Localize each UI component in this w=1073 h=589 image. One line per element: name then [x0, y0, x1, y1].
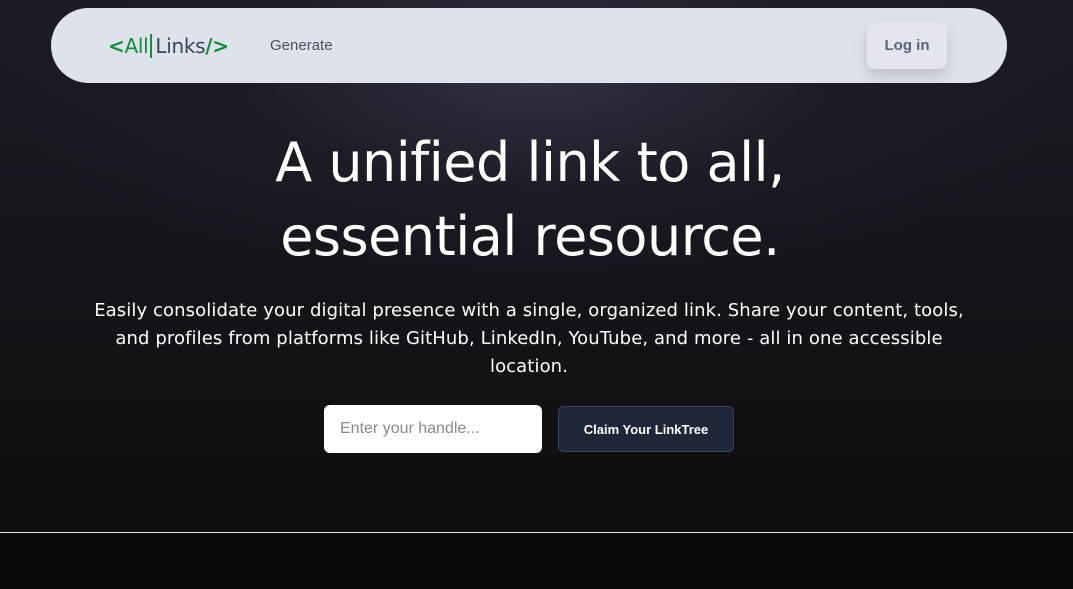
hero-section: < All Links /> Generate Log in A unified…: [0, 0, 1073, 532]
hero-description: Easily consolidate your digital presence…: [94, 300, 964, 377]
logo-close-bracket: />: [205, 33, 229, 58]
navbar: < All Links /> Generate Log in: [51, 8, 1007, 83]
login-button[interactable]: Log in: [867, 22, 947, 69]
logo-all-text: All: [124, 33, 149, 58]
logo-open-bracket: <: [108, 33, 125, 58]
logo[interactable]: < All Links />: [108, 32, 229, 59]
nav-link-generate[interactable]: Generate: [270, 37, 333, 54]
headline-line-1: A unified link to all,: [275, 131, 785, 194]
logo-links-text: Links: [155, 33, 206, 58]
lower-section: [0, 533, 1073, 589]
headline-line-2: essential resource.: [280, 205, 780, 268]
handle-input[interactable]: [324, 405, 542, 453]
claim-linktree-button[interactable]: Claim Your LinkTree: [558, 406, 734, 452]
logo-divider-bar: [150, 33, 153, 58]
page-title: A unified link to all, essential resourc…: [0, 126, 1060, 274]
